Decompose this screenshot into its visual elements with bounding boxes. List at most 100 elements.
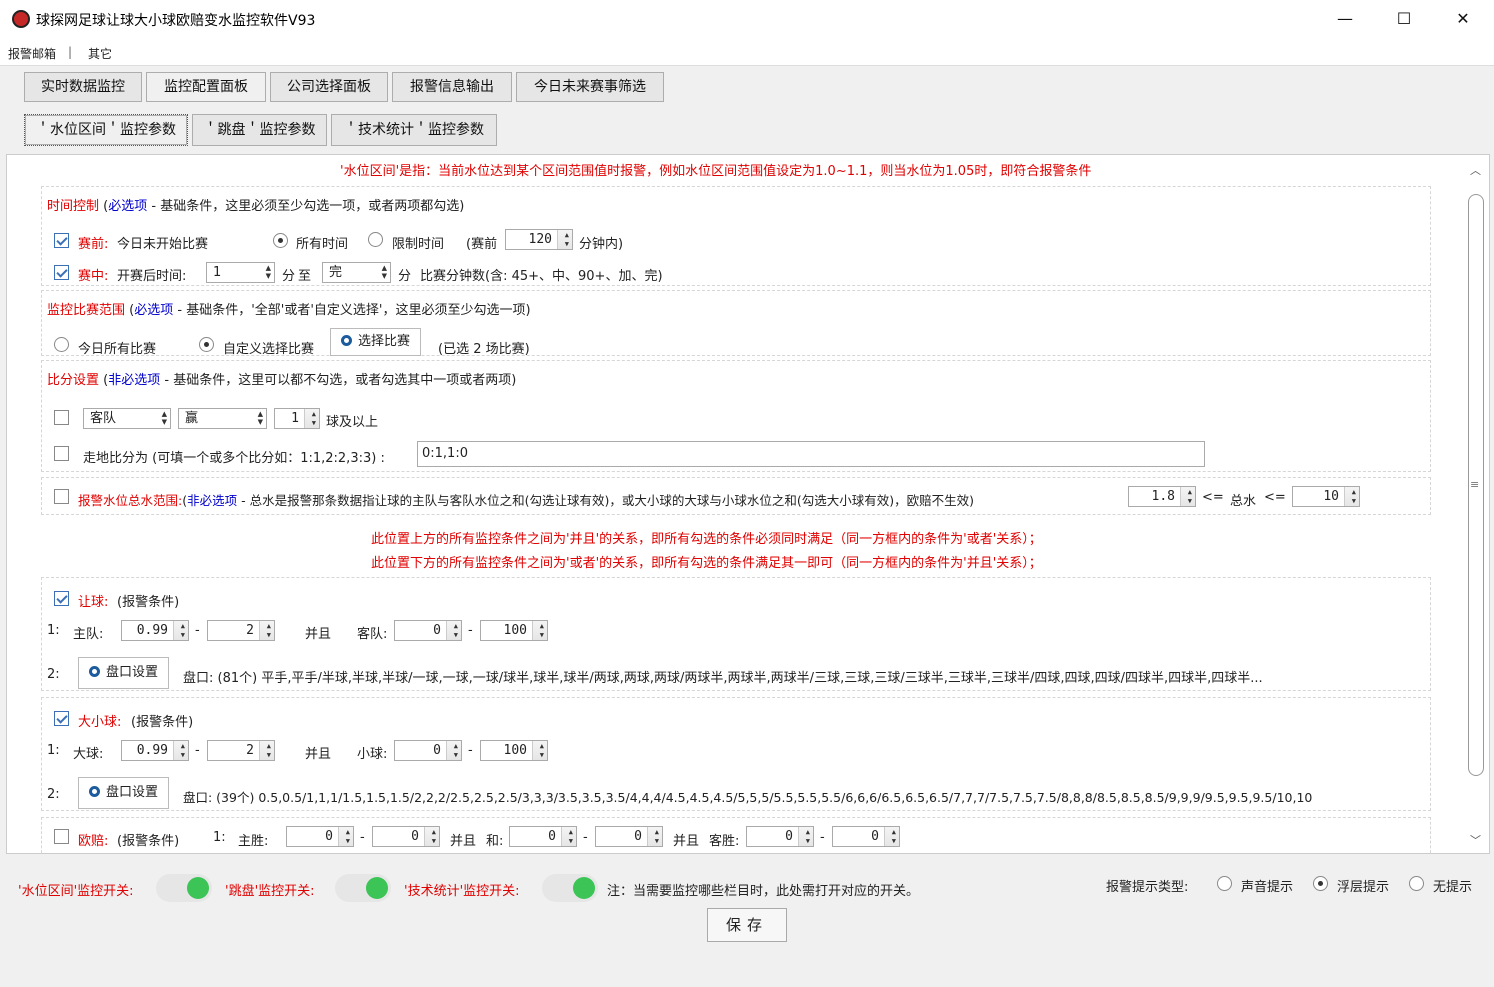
in-play-checkbox[interactable] xyxy=(54,265,69,280)
jump-switch[interactable] xyxy=(335,874,391,902)
score-goal-checkbox[interactable] xyxy=(54,410,69,425)
match-range-heading: 监控比赛范围 (必选项 - 基础条件，'全部'或者'自定义选择'，这里必须至少勾… xyxy=(47,303,531,318)
dash: - xyxy=(820,830,825,845)
menu-other[interactable]: 其它 xyxy=(88,45,112,62)
euro-odds-checkbox[interactable] xyxy=(54,829,69,844)
handicap-title: 让球: xyxy=(78,595,109,610)
no-alert-radio[interactable] xyxy=(1409,876,1424,891)
home-win-label: 主胜: xyxy=(238,834,269,849)
tab-filter[interactable]: 今日未来赛事筛选 xyxy=(516,72,664,102)
over-under-checkbox[interactable] xyxy=(54,711,69,726)
away-max-stepper[interactable]: 100 ▲ ▼ xyxy=(480,620,548,641)
handicap-lines-button[interactable]: 盘口设置 xyxy=(78,657,169,689)
menu-bar xyxy=(0,38,1494,66)
float-alert-label: 浮层提示 xyxy=(1337,880,1390,895)
in-play-text: 开赛后时间: xyxy=(117,269,187,284)
home-max-stepper[interactable]: 2 ▲ ▼ xyxy=(207,620,275,641)
away-win-min-stepper[interactable]: 0 ▲ ▼ xyxy=(746,826,814,847)
subtab-tech-stats[interactable]: ＇技术统计＇监控参数 xyxy=(331,114,497,146)
select-matches-button[interactable]: 选择比赛 xyxy=(330,328,421,356)
subtab-jump[interactable]: ＇跳盘＇监控参数 xyxy=(192,114,327,146)
under-min-stepper[interactable]: 0 ▲ ▼ xyxy=(394,740,462,761)
limit-time-label: 限制时间 xyxy=(392,237,445,252)
handicap-checkbox[interactable] xyxy=(54,591,69,606)
total-water-max-stepper[interactable]: 10 ▲ ▼ xyxy=(1292,486,1360,507)
home-min-stepper[interactable]: 0.99 ▲ ▼ xyxy=(121,620,189,641)
scroll-up-icon[interactable]: ︿ xyxy=(1470,162,1481,178)
limit-time-radio[interactable] xyxy=(368,232,383,247)
live-score-checkbox[interactable] xyxy=(54,446,69,461)
over-max-stepper[interactable]: 2 ▲ ▼ xyxy=(207,740,275,761)
water-range-switch[interactable] xyxy=(156,874,212,902)
total-water-checkbox[interactable] xyxy=(54,489,69,504)
tab-company[interactable]: 公司选择面板 xyxy=(270,72,388,102)
draw-min-stepper[interactable]: 0 ▲ ▼ xyxy=(509,826,577,847)
tech-stats-switch[interactable] xyxy=(542,874,598,902)
from-minute-combo[interactable]: 1 xyxy=(206,262,275,283)
float-alert-radio[interactable] xyxy=(1313,876,1328,891)
gear-icon xyxy=(88,786,100,797)
tab-alert-output[interactable]: 报警信息输出 xyxy=(392,72,512,102)
maximize-button[interactable]: ☐ xyxy=(1381,6,1427,32)
to-label: 至 xyxy=(298,269,312,284)
to-minute-combo[interactable]: 完 xyxy=(322,262,391,283)
over-under-lines-list: 盘口: (39个) 0.5,0.5/1,1,1/1.5,1.5,1.5/2,2,… xyxy=(183,790,1313,805)
home-win-min-stepper[interactable]: 0 ▲ ▼ xyxy=(286,826,354,847)
close-button[interactable]: ✕ xyxy=(1440,6,1486,32)
le-1: <= xyxy=(1202,490,1224,505)
tab-realtime[interactable]: 实时数据监控 xyxy=(24,72,142,102)
gear-icon xyxy=(88,666,100,677)
live-score-input[interactable]: 0:1,1:0 xyxy=(417,441,1205,467)
minute-unit-1: 分 xyxy=(282,269,296,284)
gear-icon xyxy=(340,335,352,346)
team-combo[interactable]: 客队 xyxy=(83,408,171,429)
custom-matches-radio[interactable] xyxy=(199,337,214,352)
pre-match-text: 今日未开始比赛 xyxy=(117,237,209,252)
before-minutes-stepper[interactable]: 120 ▲ ▼ xyxy=(505,229,573,250)
under-label: 小球: xyxy=(357,747,388,762)
over-under-cond: (报警条件) xyxy=(131,715,194,730)
dash: - xyxy=(360,830,365,845)
app-logo-icon xyxy=(12,10,30,28)
goals-suffix: 球及以上 xyxy=(326,415,379,430)
under-max-stepper[interactable]: 100 ▲ ▼ xyxy=(480,740,548,761)
subtab-water-range[interactable]: ＇水位区间＇监控参数 xyxy=(24,114,188,146)
over-under-title: 大小球: xyxy=(78,715,122,730)
water-range-notice: '水位区间'是指：当前水位达到某个区间范围值时报警，例如水位区间范围值设定为1.… xyxy=(340,164,1092,179)
tab-config[interactable]: 监控配置面板 xyxy=(146,72,266,102)
le-2: <= xyxy=(1264,490,1286,505)
pre-match-checkbox[interactable] xyxy=(54,233,69,248)
window-title: 球探网足球让球大小球欧赔变水监控软件V93 xyxy=(36,13,316,29)
in-play-label: 赛中: xyxy=(78,269,109,284)
all-matches-radio[interactable] xyxy=(54,337,69,352)
draw-max-stepper[interactable]: 0 ▲ ▼ xyxy=(595,826,663,847)
live-score-label: 走地比分为 (可填一个或多个比分如：1:1,2:2,3:3) : xyxy=(83,451,385,466)
over-under-row1-label: 1: xyxy=(47,743,60,758)
dash: - xyxy=(468,623,473,638)
all-time-label: 所有时间 xyxy=(296,237,349,252)
menu-alert-email[interactable]: 报警邮箱 xyxy=(8,45,56,62)
tech-stats-switch-label: '技术统计'监控开关: xyxy=(404,884,520,899)
dash: - xyxy=(468,743,473,758)
sound-alert-radio[interactable] xyxy=(1217,876,1232,891)
dash: - xyxy=(583,830,588,845)
handicap-lines-list: 盘口: (81个) 平手,平手/半球,半球,半球/一球,一球,一球/球半,球半,… xyxy=(183,671,1263,686)
goals-stepper[interactable]: 1 ▲ ▼ xyxy=(274,408,320,429)
all-matches-label: 今日所有比赛 xyxy=(78,342,157,357)
away-min-stepper[interactable]: 0 ▲ ▼ xyxy=(394,620,462,641)
custom-matches-label: 自定义选择比赛 xyxy=(223,342,315,357)
save-button[interactable]: 保存 xyxy=(707,908,787,942)
over-under-lines-button[interactable]: 盘口设置 xyxy=(78,777,169,809)
total-water-min-stepper[interactable]: 1.8 ▲ ▼ xyxy=(1128,486,1196,507)
minimize-button[interactable]: — xyxy=(1322,6,1368,32)
and-label: 并且 xyxy=(305,747,332,762)
over-min-stepper[interactable]: 0.99 ▲ ▼ xyxy=(121,740,189,761)
all-time-radio[interactable] xyxy=(273,233,288,248)
result-combo[interactable]: 赢 xyxy=(178,408,267,429)
time-control-heading: 时间控制 (必选项 - 基础条件，这里必须至少勾选一项，或者两项都勾选) xyxy=(47,199,465,214)
scroll-down-icon[interactable]: ﹀ xyxy=(1470,832,1481,848)
home-win-max-stepper[interactable]: 0 ▲ ▼ xyxy=(372,826,440,847)
away-win-max-stepper[interactable]: 0 ▲ ▼ xyxy=(832,826,900,847)
away-label: 客队: xyxy=(357,627,388,642)
away-win-label: 客胜: xyxy=(709,834,740,849)
